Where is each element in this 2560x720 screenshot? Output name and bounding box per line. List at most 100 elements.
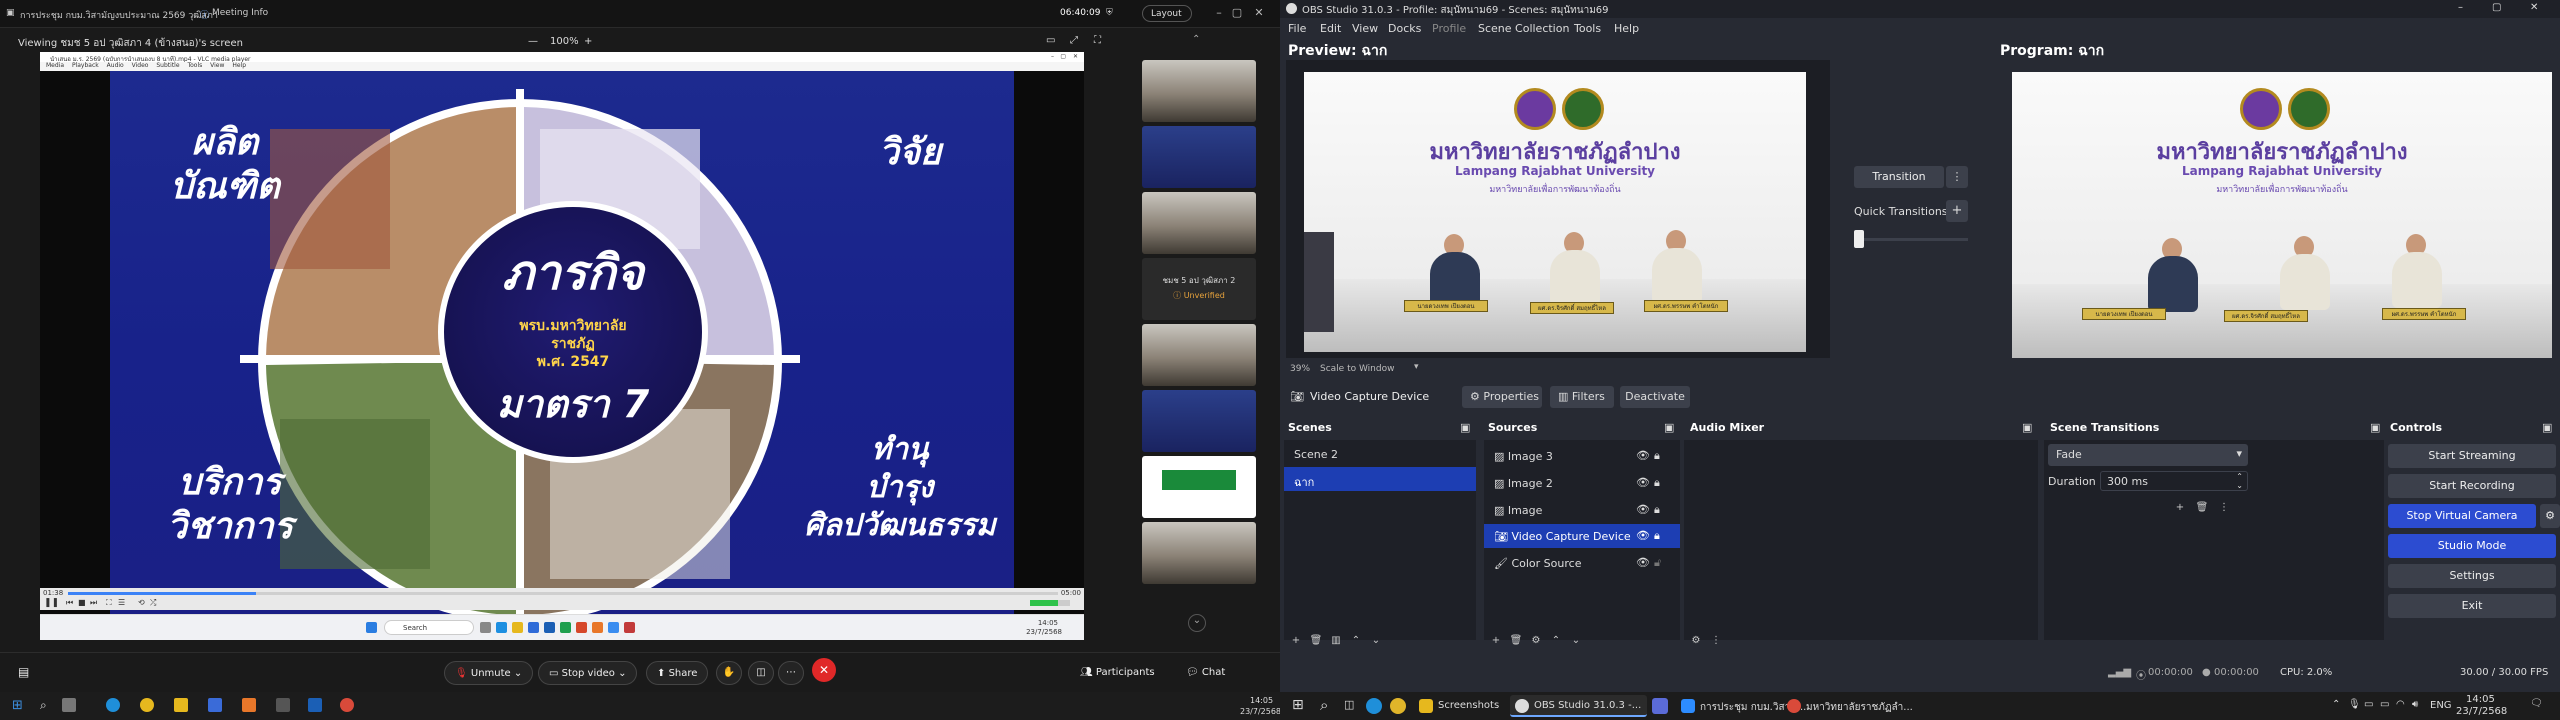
- fullscreen-icon[interactable]: ⛶: [1094, 35, 1101, 46]
- lock-icon[interactable]: 🔒︎: [1654, 449, 1660, 463]
- battery-icon[interactable]: ▭: [2380, 699, 2389, 710]
- wifi-icon[interactable]: ◠: [2396, 699, 2405, 710]
- edge-icon[interactable]: [106, 698, 120, 712]
- chevron-up-icon[interactable]: ⌃: [2332, 699, 2340, 710]
- search-icon[interactable]: ⌕: [1320, 696, 1328, 714]
- meeting-info-link[interactable]: Meeting Info: [212, 8, 268, 18]
- remote-zoom-icon[interactable]: [608, 622, 619, 633]
- scroll-down-icon[interactable]: ⌄: [1188, 614, 1206, 632]
- chat-button[interactable]: 💬︎ Chat: [1186, 667, 1225, 678]
- remote-word-icon[interactable]: [544, 622, 555, 633]
- eye-icon[interactable]: 👁︎: [1636, 449, 1650, 462]
- task-view-icon[interactable]: ◫: [1344, 698, 1354, 711]
- controls-dock-icon[interactable]: ▣: [2542, 421, 2552, 434]
- vlc-icon[interactable]: [242, 698, 256, 712]
- add-scene-icon[interactable]: +: [1288, 633, 1304, 649]
- vlc-menu-subtitle[interactable]: Subtitle: [156, 62, 179, 69]
- lock-icon[interactable]: 🔒︎: [1654, 476, 1660, 490]
- stop-video-button[interactable]: ▭ Stop video ⌄: [538, 661, 638, 685]
- maximize-icon[interactable]: ▢: [1228, 6, 1246, 19]
- vlc-menu-help[interactable]: Help: [232, 62, 246, 69]
- taskbar-app-obs[interactable]: OBS Studio 31.0.3 -...: [1510, 695, 1648, 717]
- chrome-icon[interactable]: [1390, 698, 1406, 714]
- zoom-out-button[interactable]: —: [528, 36, 538, 47]
- vlc-menu-tools[interactable]: Tools: [187, 62, 202, 69]
- participant-video-6[interactable]: [1142, 522, 1256, 584]
- scale-to-window-dropdown[interactable]: Scale to Window: [1320, 364, 1394, 374]
- remote-app-icon-3[interactable]: [624, 622, 635, 633]
- window-view-icon[interactable]: ▭: [1046, 35, 1055, 46]
- remote-app-icon-1[interactable]: [480, 622, 491, 633]
- scene-filter-icon[interactable]: ▥: [1328, 633, 1344, 649]
- vlc-menu-audio[interactable]: Audio: [107, 62, 124, 69]
- clock-date[interactable]: 23/7/2568: [2456, 706, 2507, 717]
- remote-search-box[interactable]: Search: [384, 620, 474, 635]
- menu-scene-collection[interactable]: Scene Collection: [1478, 22, 1569, 35]
- audio-settings-icon[interactable]: ⚙: [1688, 633, 1704, 649]
- participant-video-3[interactable]: [1142, 192, 1256, 254]
- menu-profile[interactable]: Profile: [1432, 22, 1466, 35]
- leave-meeting-button[interactable]: ✕: [812, 658, 836, 682]
- windows-start-icon[interactable]: ⊞: [12, 698, 23, 713]
- exit-button[interactable]: Exit: [2388, 594, 2556, 618]
- add-transition-icon[interactable]: +: [2172, 500, 2188, 516]
- transition-more-icon[interactable]: ⋮: [2216, 500, 2232, 516]
- vlc-pause-icon[interactable]: ❚❚: [44, 598, 59, 608]
- more-button[interactable]: ⋯: [778, 661, 804, 685]
- source-item[interactable]: ▨ Image 👁︎ 🔒︎: [1484, 498, 1680, 522]
- sources-dock-icon[interactable]: ▣: [1664, 421, 1674, 434]
- lock-icon[interactable]: 🔒︎: [1654, 529, 1660, 543]
- remote-vlc-icon[interactable]: [592, 622, 603, 633]
- source-down-icon[interactable]: ⌄: [1568, 633, 1584, 649]
- close-icon[interactable]: ✕: [1250, 6, 1268, 19]
- share-button[interactable]: ⬆ Share: [646, 661, 709, 685]
- remove-transition-icon[interactable]: 🗑︎: [2194, 500, 2210, 516]
- vlc-fullscreen-icon[interactable]: ⛶: [106, 598, 112, 608]
- participant-tile-unverified[interactable]: ชมช 5 อป วุฒิสภา 2 ⓘ Unverified: [1142, 258, 1256, 320]
- vlc-minimize-icon[interactable]: –: [1051, 53, 1054, 60]
- menu-help[interactable]: Help: [1614, 22, 1639, 35]
- vlc-loop-icon[interactable]: ⟲: [138, 598, 145, 607]
- vlc-seek-slider[interactable]: [68, 592, 1058, 595]
- add-source-icon[interactable]: +: [1488, 633, 1504, 649]
- move-down-icon[interactable]: ⌄: [1368, 633, 1384, 649]
- participant-video-1[interactable]: [1142, 60, 1256, 122]
- search-icon[interactable]: ⌕: [40, 698, 47, 713]
- taskbar-app-screenshots[interactable]: Screenshots: [1414, 695, 1505, 717]
- unlock-icon[interactable]: 🔓︎: [1654, 556, 1661, 570]
- participant-video-4[interactable]: [1142, 324, 1256, 386]
- minimize-icon[interactable]: –: [1210, 6, 1228, 19]
- vlc-menu-video[interactable]: Video: [132, 62, 149, 69]
- menu-view[interactable]: View: [1352, 22, 1378, 35]
- properties-button[interactable]: ⚙ Properties: [1462, 386, 1542, 408]
- remote-start-icon[interactable]: [366, 622, 377, 633]
- volume-icon[interactable]: 🔊︎: [2412, 699, 2418, 710]
- expand-icon[interactable]: ⤢: [1070, 35, 1078, 46]
- studio-mode-button[interactable]: Studio Mode: [2388, 534, 2556, 558]
- virtual-camera-settings-button[interactable]: ⚙: [2540, 504, 2560, 528]
- eye-icon[interactable]: 👁︎: [1636, 556, 1650, 569]
- info-icon[interactable]: ⓘ: [200, 8, 209, 21]
- participant-video-2[interactable]: [1142, 126, 1256, 188]
- vlc-menu-media[interactable]: Media: [46, 62, 64, 69]
- notification-icon[interactable]: 🗨︎: [2530, 698, 2543, 709]
- vlc-volume-slider[interactable]: [1030, 600, 1070, 606]
- transition-button[interactable]: Transition: [1854, 166, 1944, 188]
- vlc-video-area[interactable]: ผลิต บัณฑิต วิจัย บริการ วิชาการ ทำนุ บำ…: [40, 71, 1084, 633]
- reactions-button[interactable]: ✋: [716, 661, 742, 685]
- remote-ppt-icon[interactable]: [576, 622, 587, 633]
- edge-icon[interactable]: [1366, 698, 1382, 714]
- preview-canvas[interactable]: มหาวิทยาลัยราชภัฏลำปาง Lampang Rajabhat …: [1286, 60, 1830, 358]
- start-streaming-button[interactable]: Start Streaming: [2388, 444, 2556, 468]
- transition-slider-handle[interactable]: [1854, 230, 1864, 248]
- remote-excel-icon[interactable]: [560, 622, 571, 633]
- scenes-dock-icon[interactable]: ▣: [1460, 421, 1470, 434]
- scene-item-selected[interactable]: ฉาก: [1284, 467, 1476, 491]
- app-icon-b[interactable]: [276, 698, 290, 712]
- source-properties-icon[interactable]: ⚙: [1528, 633, 1544, 649]
- audio-menu-icon[interactable]: ⋮: [1708, 633, 1724, 649]
- obs-minimize-icon[interactable]: –: [2458, 2, 2463, 13]
- filters-button[interactable]: ▥ Filters: [1550, 386, 1614, 408]
- transitions-dock-icon[interactable]: ▣: [2370, 421, 2380, 434]
- clock-time[interactable]: 14:05: [2466, 694, 2495, 705]
